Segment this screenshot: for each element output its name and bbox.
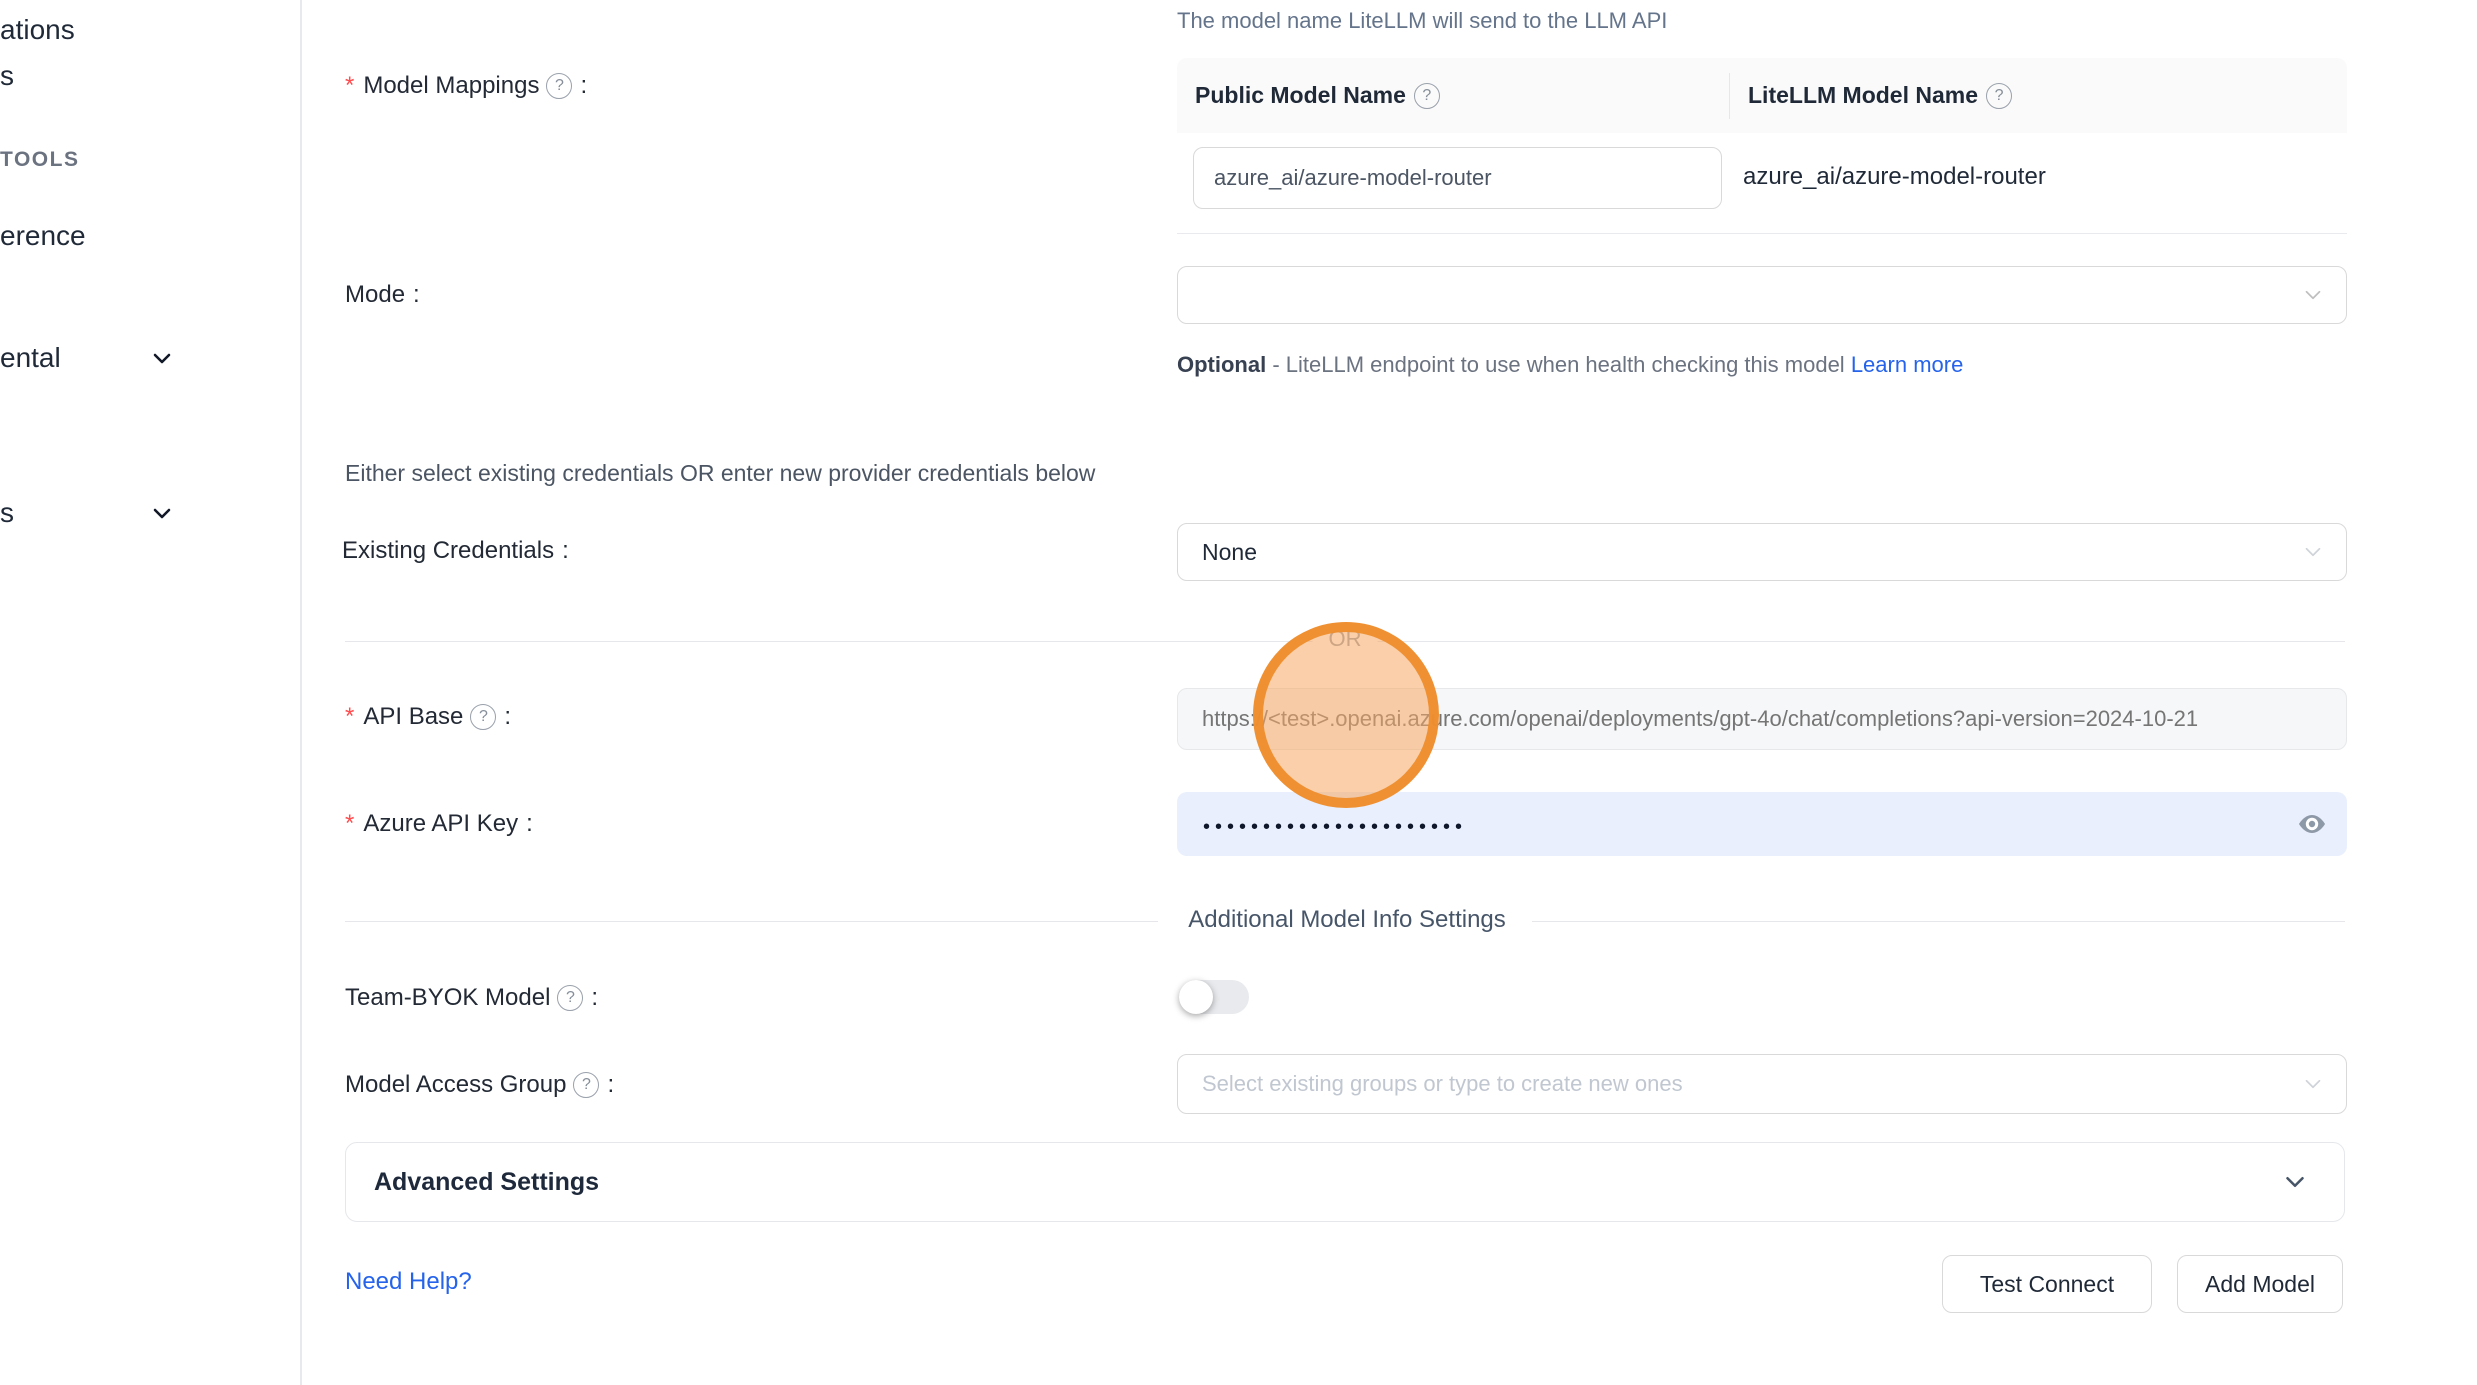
- sidebar-item-api-reference[interactable]: erence: [0, 220, 86, 252]
- azure-api-key-label: * Azure API Key :: [345, 810, 533, 838]
- mode-help-body: - LiteLLM endpoint to use when health ch…: [1266, 352, 1851, 377]
- sidebar-item[interactable]: s: [0, 60, 14, 92]
- model-name-helper-text: The model name LiteLLM will send to the …: [1177, 8, 1667, 34]
- label-colon: :: [562, 537, 569, 565]
- sidebar-item-experimental[interactable]: ental: [0, 342, 61, 374]
- label-colon: :: [526, 810, 533, 838]
- credentials-note: Either select existing credentials OR en…: [345, 460, 1095, 487]
- api-base-label: * API Base ? :: [345, 703, 511, 731]
- table-row: azure_ai/azure-model-router: [1177, 133, 2347, 234]
- masked-key-value: ••••••••••••••••••••••: [1177, 810, 1467, 839]
- required-asterisk: *: [345, 72, 354, 100]
- help-icon[interactable]: ?: [470, 704, 496, 730]
- team-byok-label-text: Team-BYOK Model: [345, 984, 550, 1012]
- label-colon: :: [504, 703, 511, 731]
- model-access-group-label-text: Model Access Group: [345, 1071, 566, 1099]
- sidebar-item-organizations[interactable]: ations: [0, 14, 75, 46]
- label-colon: :: [580, 72, 587, 100]
- section-divider-left: [345, 921, 1158, 922]
- model-mappings-label-text: Model Mappings: [363, 72, 539, 100]
- or-divider-label: OR: [1313, 626, 1378, 652]
- public-model-name-header: Public Model Name ?: [1177, 73, 1730, 119]
- mode-label-text: Mode: [345, 281, 405, 309]
- model-access-group-label: Model Access Group ? :: [345, 1071, 614, 1099]
- existing-credentials-value: None: [1178, 539, 1257, 566]
- sidebar-section-tools: TOOLS: [0, 148, 79, 172]
- help-icon[interactable]: ?: [557, 985, 583, 1011]
- help-icon[interactable]: ?: [1414, 83, 1440, 109]
- help-icon[interactable]: ?: [546, 73, 572, 99]
- label-colon: :: [413, 281, 420, 309]
- add-model-page: ations s TOOLS erence ental s The model …: [0, 0, 2477, 1385]
- model-mappings-label: * Model Mappings ? :: [345, 72, 587, 100]
- public-model-name-input[interactable]: [1193, 147, 1722, 209]
- help-icon[interactable]: ?: [1986, 83, 2012, 109]
- mode-help-text: Optional - LiteLLM endpoint to use when …: [1177, 345, 1997, 385]
- required-asterisk: *: [345, 703, 354, 731]
- help-icon[interactable]: ?: [573, 1072, 599, 1098]
- mode-select[interactable]: [1177, 266, 2347, 324]
- azure-api-key-input[interactable]: ••••••••••••••••••••••: [1177, 792, 2347, 856]
- required-asterisk: *: [345, 810, 354, 838]
- model-mappings-table-header: Public Model Name ? LiteLLM Model Name ?: [1177, 58, 2347, 133]
- advanced-settings-panel[interactable]: Advanced Settings: [345, 1142, 2345, 1222]
- need-help-link[interactable]: Need Help?: [345, 1268, 472, 1296]
- add-model-button[interactable]: Add Model: [2177, 1255, 2343, 1313]
- test-connect-button[interactable]: Test Connect: [1942, 1255, 2152, 1313]
- team-byok-label: Team-BYOK Model ? :: [345, 984, 598, 1012]
- chevron-down-icon[interactable]: [150, 501, 174, 525]
- team-byok-toggle[interactable]: [1179, 980, 1249, 1014]
- mode-label: Mode :: [345, 281, 420, 309]
- litellm-model-name-header: LiteLLM Model Name ?: [1730, 73, 2347, 119]
- litellm-model-name-value: azure_ai/azure-model-router: [1743, 163, 2046, 191]
- card-divider: [300, 0, 302, 1385]
- model-access-group-select[interactable]: Select existing groups or type to create…: [1177, 1054, 2347, 1114]
- existing-credentials-select[interactable]: None: [1177, 523, 2347, 581]
- api-base-input[interactable]: [1177, 688, 2347, 750]
- litellm-model-name-header-text: LiteLLM Model Name: [1748, 82, 1978, 109]
- mode-help-bold: Optional: [1177, 352, 1266, 377]
- chevron-down-icon: [2280, 1167, 2310, 1197]
- section-divider-right: [1532, 921, 2345, 922]
- existing-credentials-label: Existing Credentials :: [342, 537, 569, 565]
- additional-settings-title: Additional Model Info Settings: [1170, 906, 1524, 934]
- chevron-down-icon[interactable]: [150, 346, 174, 370]
- chevron-down-icon: [2300, 282, 2326, 308]
- advanced-settings-title: Advanced Settings: [346, 1168, 599, 1197]
- label-colon: :: [607, 1071, 614, 1099]
- azure-api-key-label-text: Azure API Key: [363, 810, 518, 838]
- eye-icon[interactable]: [2295, 807, 2329, 841]
- chevron-down-icon: [2300, 539, 2326, 565]
- chevron-down-icon: [2300, 1071, 2326, 1097]
- toggle-knob: [1179, 980, 1213, 1014]
- model-access-group-placeholder: Select existing groups or type to create…: [1178, 1071, 1683, 1097]
- public-model-name-header-text: Public Model Name: [1195, 82, 1406, 109]
- model-mappings-table: Public Model Name ? LiteLLM Model Name ?…: [1177, 58, 2347, 234]
- api-base-label-text: API Base: [363, 703, 463, 731]
- label-colon: :: [591, 984, 598, 1012]
- sidebar-item-settings[interactable]: s: [0, 497, 14, 529]
- learn-more-link[interactable]: Learn more: [1851, 352, 1964, 377]
- existing-credentials-label-text: Existing Credentials: [342, 537, 554, 565]
